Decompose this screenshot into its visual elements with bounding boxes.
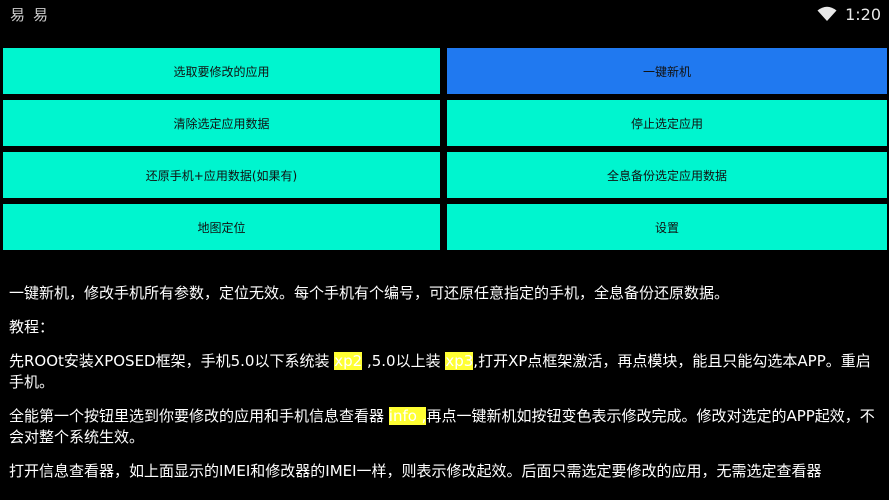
one-click-new-device-button[interactable]: 一键新机 xyxy=(447,48,887,94)
step-select-app: 全能第一个按钮里选到你要修改的应用和手机信息查看器 info ,再点一键新机如按… xyxy=(9,407,875,446)
clear-app-data-button[interactable]: 清除选定应用数据 xyxy=(3,100,440,146)
restore-device-button[interactable]: 还原手机+应用数据(如果有) xyxy=(3,152,440,198)
action-button-grid: 选取要修改的应用 一键新机 清除选定应用数据 停止选定应用 还原手机+应用数据(… xyxy=(3,48,887,250)
intro-paragraph: 一键新机，修改手机所有参数，定位无效。每个手机有个编号，可还原任意指定的手机，全… xyxy=(9,284,730,302)
map-location-button[interactable]: 地图定位 xyxy=(3,204,440,250)
stop-app-button[interactable]: 停止选定应用 xyxy=(447,100,887,146)
tutorial-heading: 教程： xyxy=(9,318,55,336)
status-bar-left: 易 易 xyxy=(0,4,48,25)
status-bar-right: 1:20 xyxy=(817,5,889,24)
step-install-xposed: 先ROOt安装XPOSED框架，手机5.0以下系统装 xp2 ,5.0以上装 x… xyxy=(9,352,871,391)
xp2-link[interactable]: xp2 xyxy=(334,352,363,370)
select-app-button[interactable]: 选取要修改的应用 xyxy=(3,48,440,94)
wifi-icon xyxy=(817,6,837,22)
notification-icon-1: 易 xyxy=(10,5,26,24)
step-verify: 打开信息查看器，如上面显示的IMEI和修改器的IMEI一样，则表示修改起效。后面… xyxy=(9,462,822,480)
status-bar: 易 易 1:20 xyxy=(0,0,889,28)
xp3-link[interactable]: xp3 xyxy=(445,352,474,370)
full-backup-button[interactable]: 全息备份选定应用数据 xyxy=(447,152,887,198)
instructions-text: 一键新机，修改手机所有参数，定位无效。每个手机有个编号，可还原任意指定的手机，全… xyxy=(9,283,881,495)
notification-icon-2: 易 xyxy=(33,5,49,24)
info-link[interactable]: info , xyxy=(388,407,427,425)
clock: 1:20 xyxy=(845,4,881,24)
settings-button[interactable]: 设置 xyxy=(447,204,887,250)
